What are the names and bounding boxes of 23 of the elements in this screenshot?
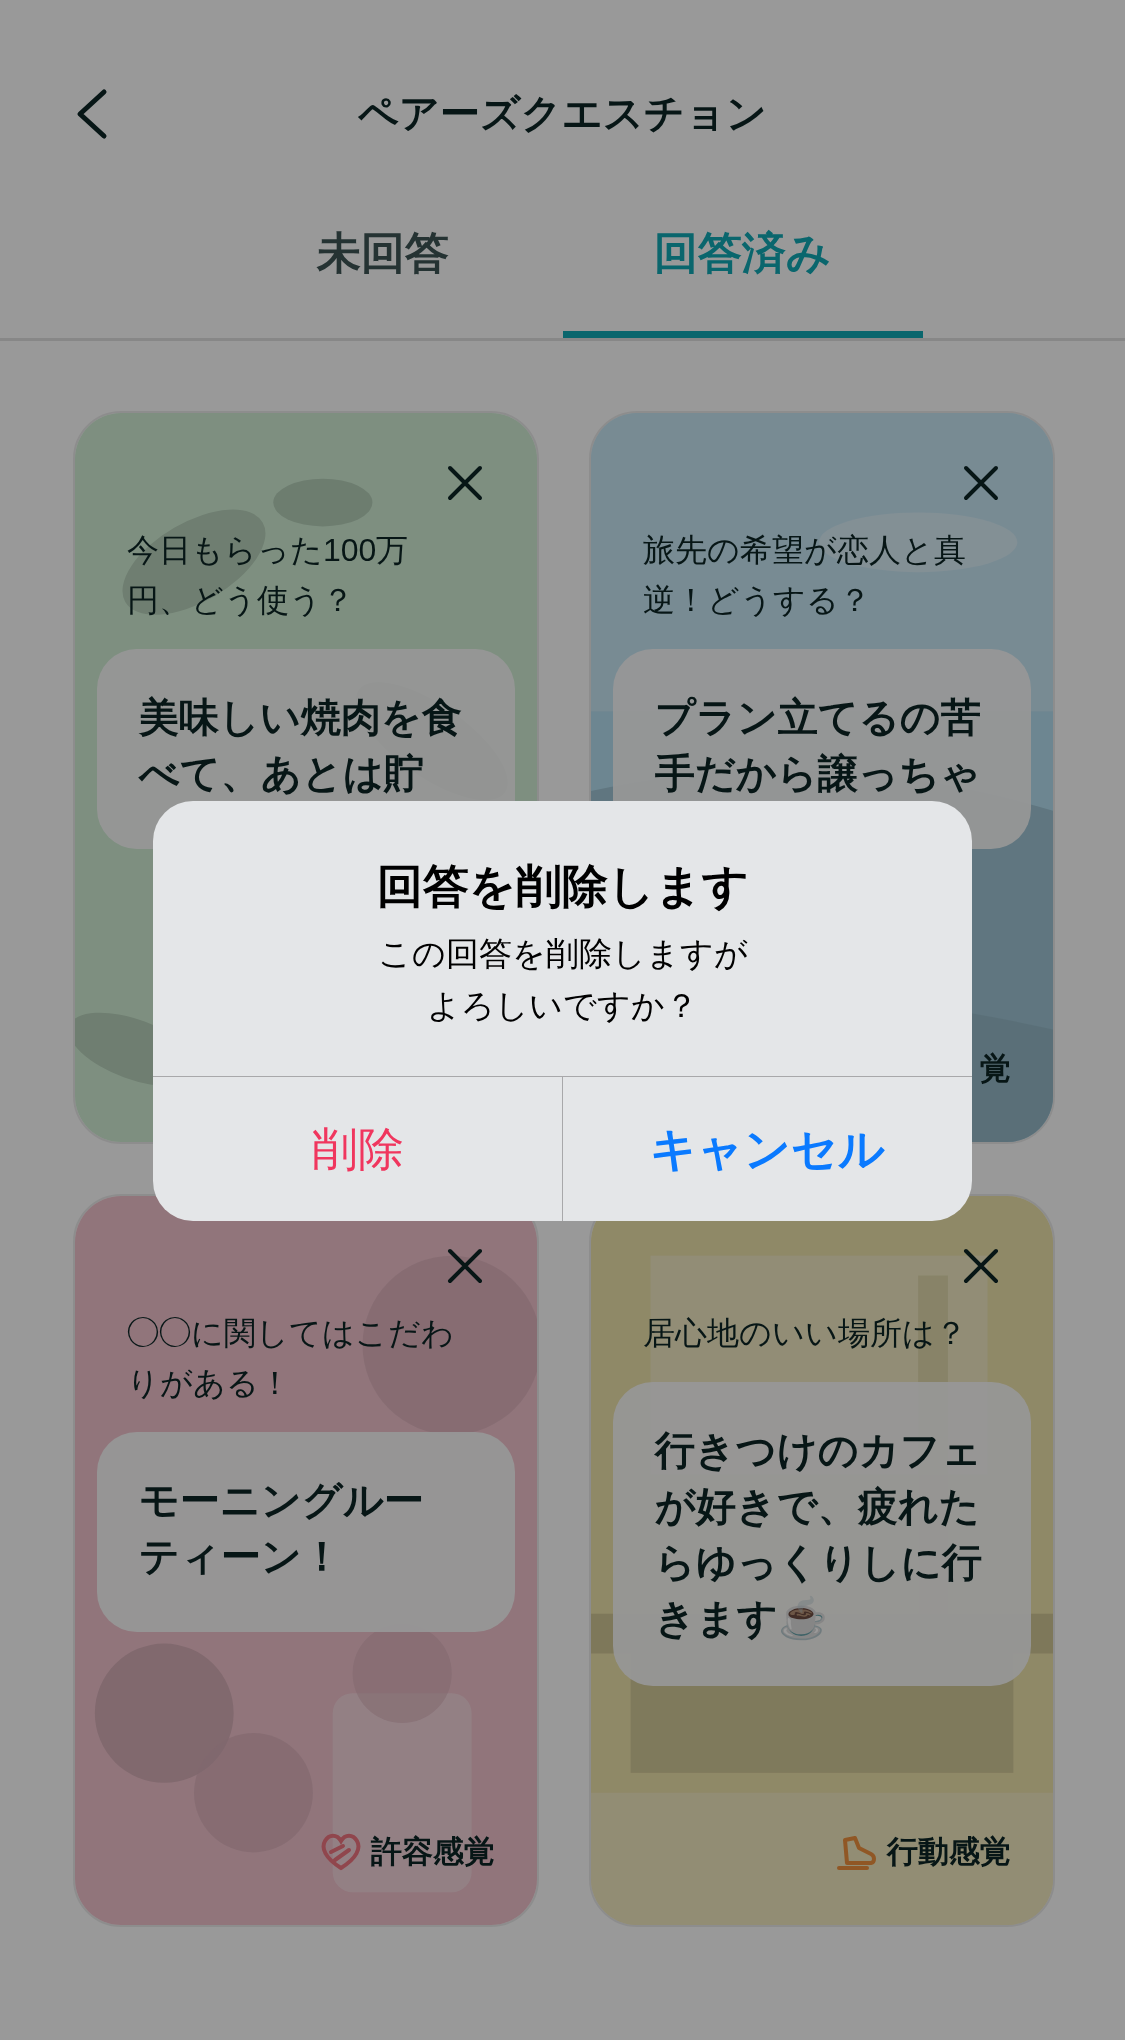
dialog-title: 回答を削除します (376, 859, 749, 914)
answer-text: モーニングルーティーン！ (139, 1477, 425, 1580)
category-label: 許容感覚 (371, 1832, 495, 1871)
tab[interactable]: 未回答 (202, 160, 563, 338)
close-icon[interactable] (961, 1246, 1001, 1286)
tab[interactable]: 回答済み (562, 160, 923, 338)
dialog-message: この回答を削除しますがよろしいですか？ (376, 934, 749, 1027)
delete-button[interactable]: 削除 (153, 1077, 562, 1222)
category-label: 覚 (980, 1049, 1011, 1088)
heart-icon (321, 1831, 361, 1872)
close-icon[interactable] (445, 1246, 485, 1286)
answer-text: 美味しい焼肉を食べて、あとは貯 (139, 694, 463, 797)
question-text: 今日もらった100万円、どう使う？ (127, 531, 410, 620)
question-text: 旅先の希望が恋人と真逆！どうする？ (643, 531, 967, 620)
category-label: 行動感覚 (887, 1832, 1011, 1871)
question-text: ◯◯に関してはこだわりがある！ (127, 1314, 455, 1403)
answer-text: プラン立てるの苦手だから譲っちゃ (655, 694, 982, 797)
cancel-button[interactable]: キャンセル (562, 1077, 972, 1222)
close-icon[interactable] (961, 463, 1001, 503)
screen-title: ペアーズクエスチョン (358, 90, 767, 133)
close-icon[interactable] (445, 463, 485, 503)
answer-text: 行きつけのカフェが好きで、疲れたらゆっくりしに行きます☕ (655, 1427, 983, 1642)
question-text: 居心地のいい場所は？ (643, 1314, 968, 1353)
